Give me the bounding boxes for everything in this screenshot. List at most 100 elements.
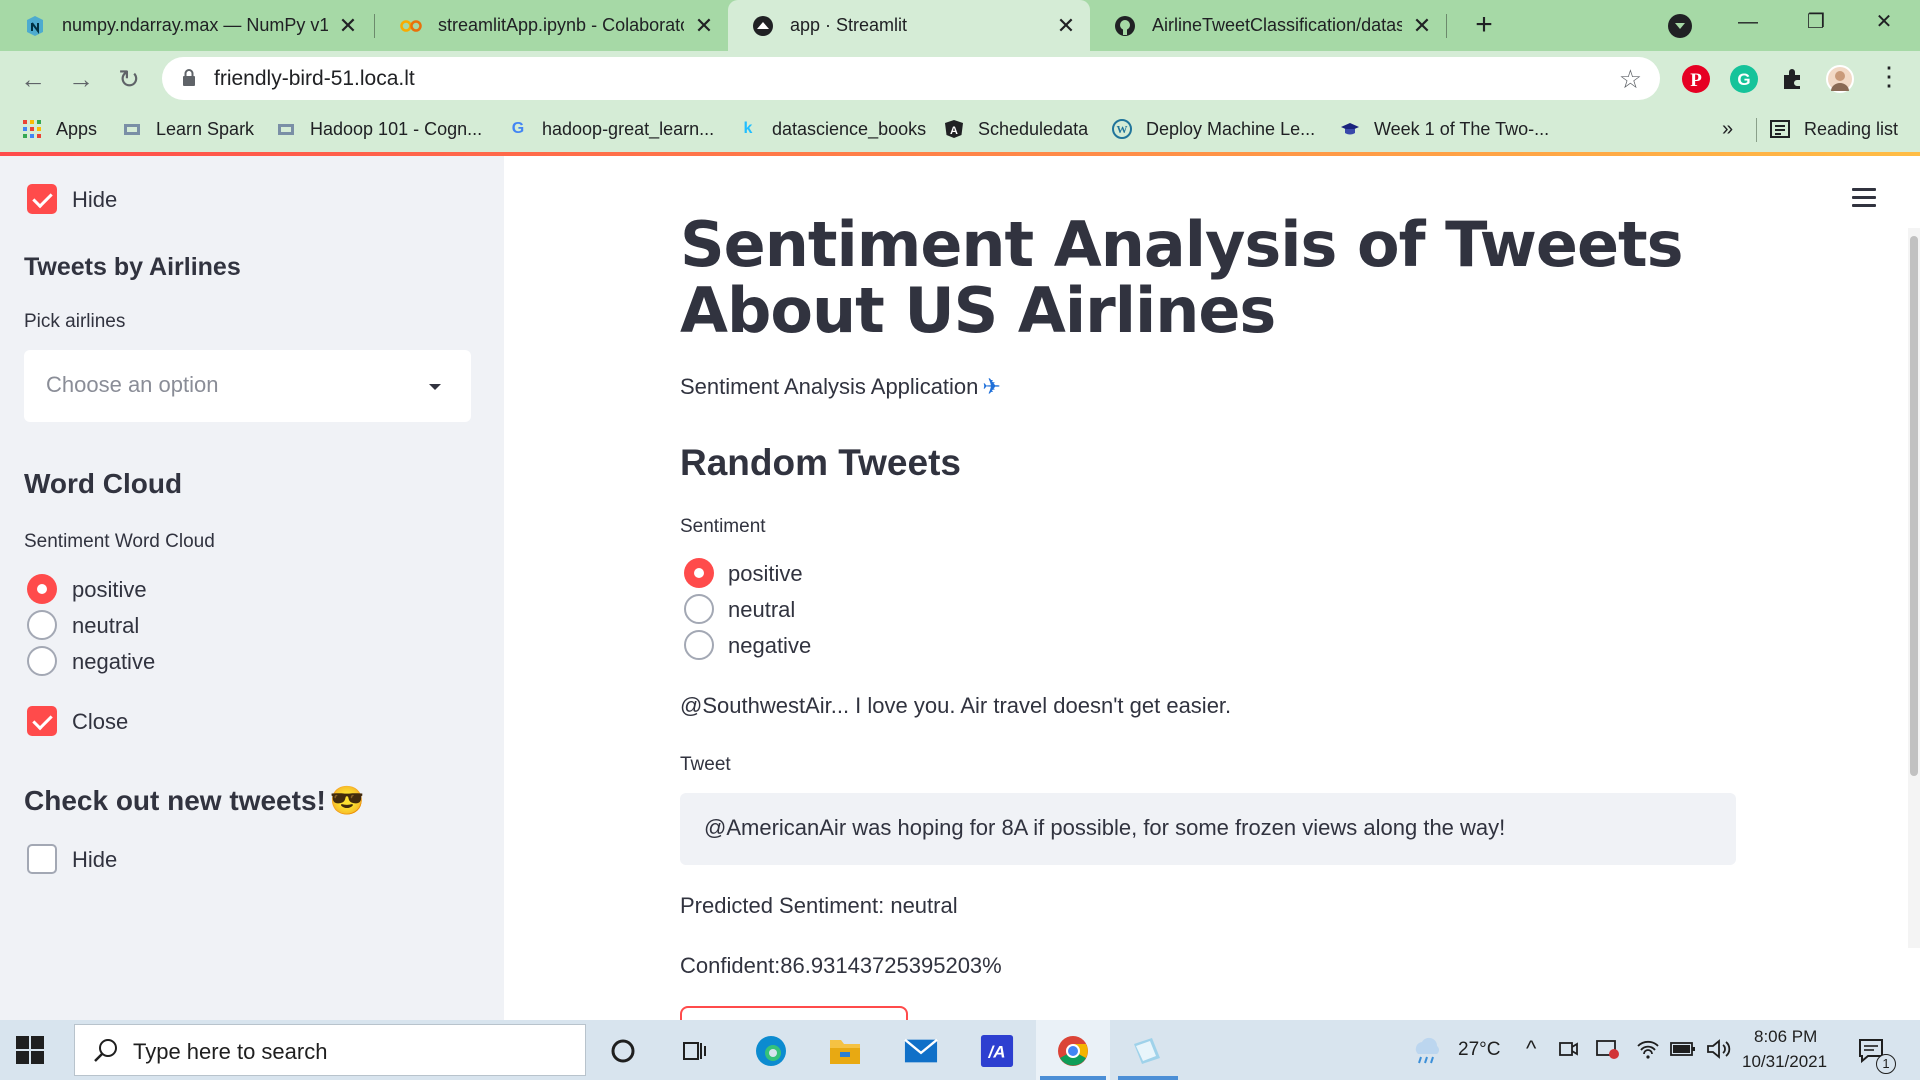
new-tweets-hide-checkbox[interactable] [27,844,57,874]
radio-label[interactable]: neutral [728,597,795,623]
predicted-sentiment-text: Predicted Sentiment: neutral [680,893,958,918]
tab-title: streamlitApp.ipynb - Colaboratory [438,15,684,35]
restore-icon[interactable]: ❐ [1782,0,1850,51]
airlines-multiselect[interactable]: Choose an option [24,350,471,422]
colab-icon [400,15,422,37]
browser-tab-numpy[interactable]: numpy.ndarray.max — NumPy v1 ✕ [0,0,372,51]
reading-list-button[interactable]: Reading list [1770,116,1898,142]
bookmark-learn-spark[interactable]: Learn Spark [122,116,254,142]
notepad-icon[interactable] [1130,1034,1164,1068]
close-window-icon[interactable]: ✕ [1850,0,1918,51]
close-checkbox[interactable] [27,706,57,736]
meet-now-icon[interactable] [1556,1037,1580,1061]
radio-label[interactable]: neutral [72,613,139,639]
hide-checkbox-label[interactable]: Hide [72,187,117,213]
url-text: friendly-bird-51.loca.lt [214,67,415,90]
wordpress-icon: W [1112,119,1132,139]
clock-time[interactable]: 8:06 PM [1754,1027,1817,1047]
close-tab-icon[interactable]: ✕ [1412,13,1432,39]
radio-label[interactable]: negative [728,633,811,659]
hide-checkbox[interactable] [27,184,57,214]
notification-count-badge: 1 [1876,1054,1896,1074]
mail-icon[interactable] [904,1034,938,1068]
pinterest-icon[interactable]: P [1682,65,1710,93]
task-view-icon[interactable] [678,1034,712,1068]
bookmark-deploy-machine-learning[interactable]: W Deploy Machine Le... [1112,116,1315,142]
bookmark-week-1[interactable]: Week 1 of The Two-... [1340,116,1549,142]
tab-separator [1446,14,1447,38]
security-icon[interactable] [1596,1037,1620,1061]
clock-date[interactable]: 10/31/2021 [1742,1052,1827,1072]
close-tab-icon[interactable]: ✕ [1056,13,1076,39]
close-checkbox-label[interactable]: Close [72,709,128,735]
scrollbar-thumb[interactable] [1910,236,1918,776]
profile-avatar[interactable] [1826,65,1854,93]
bookmarks-bar: Apps Learn Spark Hadoop 101 - Cogn... G … [0,106,1920,152]
tab-search-icon[interactable] [1668,14,1692,38]
back-icon[interactable]: ← [16,62,50,96]
airplane-emoji-icon: ✈ [982,374,1001,399]
weather-rain-icon[interactable] [1410,1034,1444,1068]
graduation-cap-icon [1340,119,1360,139]
windows-start-icon[interactable] [16,1036,44,1064]
bookmark-label: datascience_books [772,118,927,139]
github-icon [1114,15,1136,37]
volume-icon[interactable] [1706,1037,1732,1061]
confidence-text: Confident:86.93143725395203% [680,953,1002,978]
sentiment-radio-neutral[interactable] [684,594,714,624]
minimize-icon[interactable]: — [1714,0,1782,51]
app-subtitle: Sentiment Analysis Application ✈ [680,374,1001,400]
svg-text:W: W [1117,124,1128,136]
browser-tab-colab[interactable]: streamlitApp.ipynb - Colaboratory ✕ [376,0,728,51]
bookmark-label: Apps [56,118,98,139]
hamburger-menu-icon[interactable] [1852,188,1876,208]
sentiment-radio-negative[interactable] [684,630,714,660]
sentiment-word-cloud-label: Sentiment Word Cloud [24,531,215,552]
bookmark-scheduledata[interactable]: A Scheduledata [944,116,1088,142]
radio-label[interactable]: positive [72,577,147,603]
browser-tab-github[interactable]: AirlineTweetClassification/dataset ✕ [1090,0,1446,51]
bookmark-label: Learn Spark [156,118,255,139]
forward-icon[interactable]: → [64,62,98,96]
grammarly-icon[interactable]: G [1730,65,1758,93]
new-tab-button[interactable]: + [1466,8,1502,44]
cortana-icon[interactable] [606,1034,640,1068]
powerapps-icon[interactable]: /A [980,1034,1014,1068]
show-hidden-icons-icon[interactable]: ^ [1526,1036,1536,1062]
bookmarks-overflow-icon[interactable]: » [1722,118,1733,141]
new-tweets-hide-label[interactable]: Hide [72,847,117,873]
browser-tab-streamlit[interactable]: app · Streamlit ✕ [728,0,1090,51]
word-cloud-radio-positive[interactable] [27,574,57,604]
lock-icon[interactable] [182,69,196,87]
edge-icon[interactable] [754,1034,788,1068]
address-bar[interactable]: friendly-bird-51.loca.lt ☆ [162,57,1660,100]
radio-label[interactable]: positive [728,561,803,587]
extensions-puzzle-icon[interactable] [1778,65,1806,93]
bookmark-datascience-books[interactable]: k datascience_books [738,116,927,142]
word-cloud-radio-negative[interactable] [27,646,57,676]
bookmark-star-icon[interactable]: ☆ [1619,64,1642,95]
close-tab-icon[interactable]: ✕ [338,13,358,39]
page-title: Sentiment Analysis of Tweets About US Ai… [680,208,1684,347]
chevron-down-icon[interactable] [429,384,441,390]
wifi-icon[interactable] [1636,1037,1660,1061]
reload-icon[interactable]: ↻ [112,62,146,96]
bookmark-hadoop-101[interactable]: Hadoop 101 - Cogn... [276,116,482,142]
pick-airlines-label: Pick airlines [24,311,126,332]
browser-menu-icon[interactable]: ⋮ [1876,61,1902,92]
word-cloud-radio-neutral[interactable] [27,610,57,640]
weather-temperature[interactable]: 27°C [1458,1039,1500,1061]
radio-label[interactable]: negative [72,649,155,675]
sentiment-radio-positive[interactable] [684,558,714,588]
tweets-by-airlines-heading: Tweets by Airlines [24,253,241,281]
close-tab-icon[interactable]: ✕ [694,13,714,39]
app-subtitle-text: Sentiment Analysis Application [680,374,979,399]
bookmark-apps[interactable]: Apps [22,116,97,142]
battery-icon[interactable] [1670,1037,1696,1061]
file-explorer-icon[interactable] [828,1034,862,1068]
tweet-text-input[interactable]: @AmericanAir was hoping for 8A if possib… [680,793,1736,865]
taskbar-search-input[interactable]: Type here to search [74,1024,586,1076]
chrome-icon[interactable] [1056,1034,1090,1068]
bookmark-hadoop-great-learning[interactable]: G hadoop-great_learn... [508,116,714,142]
main-scrollbar[interactable] [1908,228,1920,948]
